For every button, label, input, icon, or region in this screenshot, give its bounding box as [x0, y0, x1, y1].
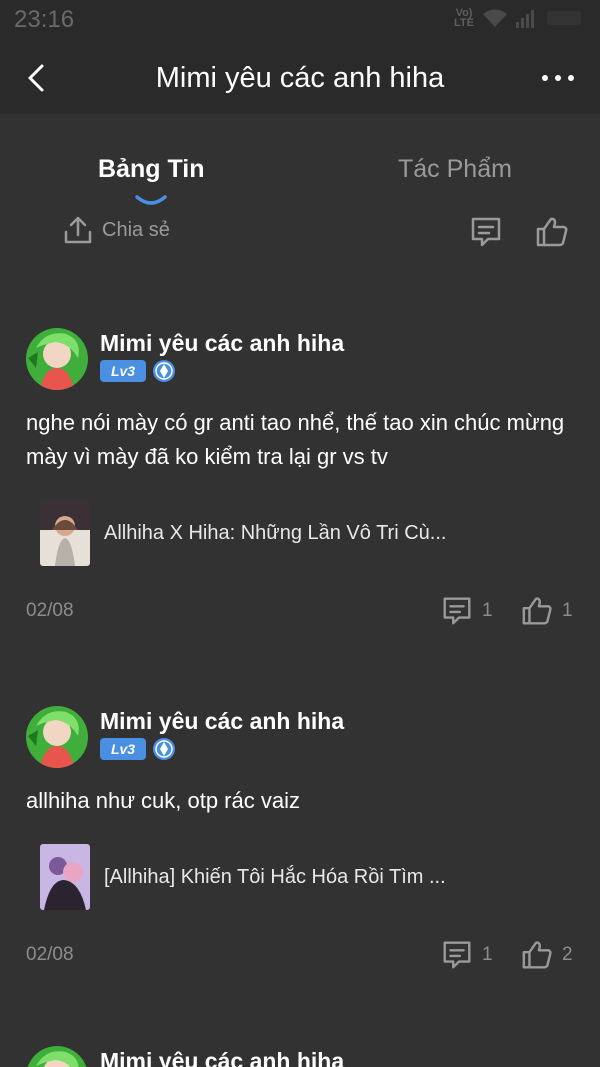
- comment-count-button[interactable]: 1: [440, 938, 493, 972]
- comment-count: 1: [482, 944, 493, 965]
- status-time: 23:16: [14, 6, 75, 33]
- vip-badge-icon: [153, 738, 175, 760]
- profile-action-bar: Chia sẻ: [0, 214, 600, 254]
- more-icon[interactable]: [540, 72, 576, 84]
- like-icon: [522, 597, 552, 625]
- status-bar: 23:16 Vo) LTE: [0, 0, 600, 42]
- comment-count-button[interactable]: 1: [440, 594, 493, 628]
- post-author[interactable]: Mimi yêu các anh hiha: [100, 1048, 344, 1067]
- post-content: allhiha như cuk, otp rác vaiz: [26, 788, 300, 813]
- comment-icon: [443, 941, 471, 969]
- top-nav-bar: Mimi yêu các anh hiha: [0, 42, 600, 114]
- vip-badge-icon: [153, 360, 175, 382]
- share-button[interactable]: Chia sẻ: [62, 214, 170, 246]
- linked-work[interactable]: Allhiha X Hiha: Những Lần Vô Tri Cù...: [40, 500, 446, 566]
- avatar[interactable]: [26, 1046, 88, 1067]
- comment-icon: [443, 597, 471, 625]
- linked-work[interactable]: [Allhiha] Khiến Tôi Hắc Hóa Rồi Tìm ...: [40, 844, 446, 910]
- like-icon[interactable]: [534, 214, 570, 250]
- share-label: Chia sẻ: [102, 218, 170, 241]
- profile-tabs: Bảng Tin Tác Phẩm: [0, 155, 600, 215]
- post-date: 02/08: [26, 944, 74, 965]
- signal-icon: [516, 10, 534, 28]
- level-badge: Lv3: [100, 738, 146, 760]
- active-tab-indicator: [135, 195, 167, 205]
- network-label: LTE: [454, 17, 474, 29]
- battery-icon: [547, 11, 581, 25]
- post-author[interactable]: Mimi yêu các anh hiha: [100, 708, 344, 735]
- avatar[interactable]: [26, 706, 88, 768]
- level-badge: Lv3: [100, 360, 146, 382]
- work-cover-image: [40, 500, 90, 566]
- tab-news-feed[interactable]: Bảng Tin: [98, 155, 204, 184]
- wifi-icon: [483, 9, 507, 27]
- volte-indicator: Vo) LTE: [454, 8, 474, 29]
- like-count: 1: [562, 600, 573, 621]
- avatar[interactable]: [26, 328, 88, 390]
- post-author[interactable]: Mimi yêu các anh hiha: [100, 330, 344, 357]
- status-icons: Vo) LTE: [454, 8, 586, 29]
- like-count-button[interactable]: 2: [520, 938, 573, 972]
- comment-count: 1: [482, 600, 493, 621]
- post-content: nghe nói mày có gr anti tao nhể, thế tao…: [26, 410, 565, 469]
- work-title: Allhiha X Hiha: Những Lần Vô Tri Cù...: [104, 521, 447, 544]
- comment-icon[interactable]: [468, 214, 504, 250]
- work-title: [Allhiha] Khiến Tôi Hắc Hóa Rồi Tìm ...: [104, 865, 446, 888]
- post-date: 02/08: [26, 600, 74, 621]
- share-icon: [64, 216, 92, 244]
- work-cover-image: [40, 844, 90, 910]
- like-icon: [522, 941, 552, 969]
- like-count-button[interactable]: 1: [520, 594, 573, 628]
- tab-works[interactable]: Tác Phẩm: [398, 155, 512, 184]
- like-count: 2: [562, 944, 573, 965]
- page-title: Mimi yêu các anh hiha: [155, 62, 445, 94]
